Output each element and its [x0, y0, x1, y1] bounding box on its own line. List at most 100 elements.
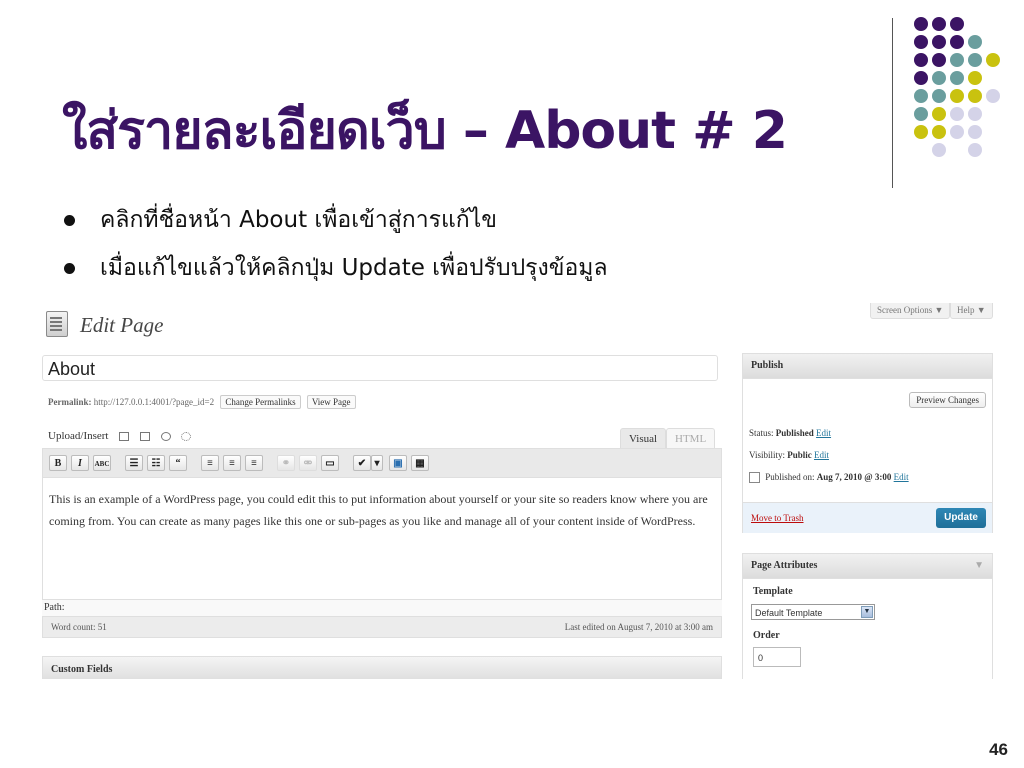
change-permalinks-button[interactable]: Change Permalinks	[220, 395, 301, 409]
numbered-list-button[interactable]: ☷	[147, 455, 165, 471]
dot	[914, 71, 928, 85]
dot	[950, 17, 964, 31]
upload-insert-row: Upload/Insert	[48, 430, 192, 442]
dot	[932, 71, 946, 85]
visibility-edit-link[interactable]: Edit	[814, 450, 829, 460]
template-select-value: Default Template	[755, 608, 823, 618]
template-select[interactable]: Default Template ▼	[751, 604, 875, 620]
dot	[950, 53, 964, 67]
preview-changes-button[interactable]: Preview Changes	[909, 392, 986, 408]
insert-more-button[interactable]: ▭	[321, 455, 339, 471]
dot	[914, 107, 928, 121]
kitchen-sink-button[interactable]: ▦	[411, 455, 429, 471]
dot	[968, 35, 982, 49]
tab-html[interactable]: HTML	[666, 428, 716, 449]
published-on-edit-link[interactable]: Edit	[894, 472, 909, 482]
order-input[interactable]: 0	[753, 647, 801, 667]
update-button[interactable]: Update	[936, 508, 986, 528]
spellcheck-dropdown[interactable]: ▾	[371, 455, 383, 471]
upload-insert-label: Upload/Insert	[48, 430, 109, 442]
chevron-down-icon[interactable]: ▼	[861, 606, 873, 618]
dot	[932, 107, 946, 121]
unlink-button[interactable]: ⚮	[299, 455, 317, 471]
spellcheck-button[interactable]: ✔	[353, 455, 371, 471]
permalink-url[interactable]: http://127.0.0.1:4001/?page_id=2	[94, 397, 214, 407]
published-on-value: Aug 7, 2010 @ 3:00	[816, 472, 892, 482]
strikethrough-button[interactable]: ABC	[93, 455, 111, 471]
dot	[932, 17, 946, 31]
bullet-item: เมื่อแก้ไขแล้วให้คลิกปุ่ม Update เพื่อปร…	[62, 244, 608, 292]
dot	[914, 125, 928, 139]
add-video-icon[interactable]	[139, 431, 150, 441]
edit-page-heading: Edit Page	[80, 313, 164, 337]
fullscreen-button[interactable]: ▣	[389, 455, 407, 471]
publish-actions: Move to Trash Update	[743, 502, 992, 533]
dot	[914, 35, 928, 49]
dot	[968, 143, 982, 157]
dot	[914, 17, 928, 31]
visibility-row: Visibility: Public Edit	[749, 450, 829, 460]
tab-visual[interactable]: Visual	[620, 428, 667, 449]
dot	[932, 125, 946, 139]
dot	[950, 125, 964, 139]
wordpress-edit-screenshot: Edit Page Screen Options ▼ Help ▼ About …	[38, 303, 998, 679]
status-edit-link[interactable]: Edit	[816, 428, 831, 438]
word-count: Word count: 51	[51, 622, 107, 632]
screen-options-button[interactable]: Screen Options ▼	[870, 303, 951, 319]
bullet-item: คลิกที่ชื่อหน้า About เพื่อเข้าสู่การแก้…	[62, 196, 608, 244]
insert-link-button[interactable]: ⚭	[277, 455, 295, 471]
permalink-label: Permalink:	[48, 397, 92, 407]
dot	[932, 53, 946, 67]
status-row: Status: Published Edit	[749, 428, 831, 438]
page-attributes-label: Page Attributes	[751, 560, 818, 571]
page-number: 46	[989, 740, 1008, 759]
dot	[950, 35, 964, 49]
dot	[968, 53, 982, 67]
publish-box: Publish Preview Changes Status: Publishe…	[742, 353, 993, 533]
status-value: Published	[775, 428, 814, 438]
page-attributes-title[interactable]: Page Attributes ▼	[743, 554, 992, 579]
align-right-button[interactable]: ≡	[245, 455, 263, 471]
calendar-icon	[749, 472, 760, 484]
dot	[968, 89, 982, 103]
dot	[932, 143, 946, 157]
dot	[914, 53, 928, 67]
add-audio-icon[interactable]	[160, 431, 171, 441]
order-label: Order	[753, 630, 780, 641]
word-count-bar: Word count: 51 Last edited on August 7, …	[42, 616, 722, 638]
dot	[968, 107, 982, 121]
editor-toolbar: B I ABC ☰ ☷ “ ≡ ≡ ≡ ⚭ ⚮ ▭ ✔ ▾ ▣ ▦	[42, 448, 722, 478]
visibility-value: Public	[787, 450, 812, 460]
add-media-icon[interactable]	[181, 431, 192, 441]
add-image-icon[interactable]	[119, 431, 130, 441]
slide-title: ใส่รายละเอียดเว็บ – About # 2	[62, 101, 788, 161]
dot	[932, 89, 946, 103]
dot	[950, 71, 964, 85]
bullet-list-button[interactable]: ☰	[125, 455, 143, 471]
page-attributes-box: Page Attributes ▼ Template Default Templ…	[742, 553, 993, 679]
help-button[interactable]: Help ▼	[950, 303, 993, 319]
edit-page-icon	[46, 311, 68, 337]
collapse-arrow-icon[interactable]: ▼	[974, 554, 984, 578]
bullet-list: คลิกที่ชื่อหน้า About เพื่อเข้าสู่การแก้…	[62, 196, 608, 292]
editor-content[interactable]: This is an example of a WordPress page, …	[42, 478, 722, 600]
post-title-input[interactable]: About	[42, 355, 718, 381]
dot	[950, 107, 964, 121]
align-center-button[interactable]: ≡	[223, 455, 241, 471]
blockquote-button[interactable]: “	[169, 455, 187, 471]
template-label: Template	[753, 586, 793, 597]
bold-button[interactable]: B	[49, 455, 67, 471]
dot	[914, 89, 928, 103]
last-edited: Last edited on August 7, 2010 at 3:00 am	[564, 622, 713, 632]
published-on-row: Published on: Aug 7, 2010 @ 3:00 Edit	[749, 472, 909, 484]
dot	[932, 35, 946, 49]
dot	[986, 53, 1000, 67]
view-page-button[interactable]: View Page	[306, 395, 356, 409]
published-on-label: Published on:	[765, 472, 815, 482]
italic-button[interactable]: I	[71, 455, 89, 471]
status-label: Status:	[749, 428, 774, 438]
custom-fields-header[interactable]: Custom Fields	[42, 656, 722, 679]
move-to-trash-link[interactable]: Move to Trash	[751, 513, 804, 523]
align-left-button[interactable]: ≡	[201, 455, 219, 471]
publish-box-title[interactable]: Publish	[743, 354, 992, 379]
